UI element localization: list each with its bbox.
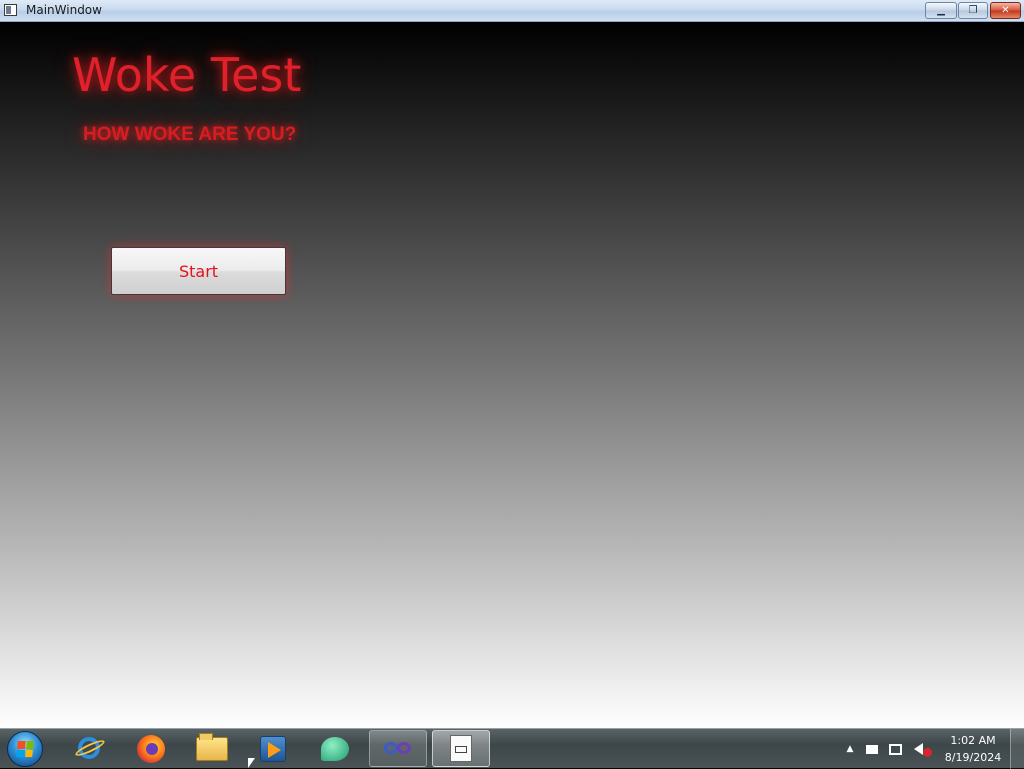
restore-icon: ❐ — [968, 5, 978, 16]
mouse-cursor-icon — [248, 758, 255, 768]
clock-date: 8/19/2024 — [944, 751, 1002, 764]
start-button[interactable]: Start — [111, 247, 286, 295]
windows-logo-icon — [16, 741, 34, 757]
app-subtitle: HOW WOKE ARE YOU? — [83, 124, 297, 145]
internet-explorer-icon — [75, 735, 105, 763]
network-icon[interactable] — [889, 729, 907, 769]
volume-muted-icon[interactable] — [914, 729, 932, 769]
taskbar: ▲ 1:02 AM 8/19/2024 — [0, 728, 1024, 769]
app-client-area: Woke Test HOW WOKE ARE YOU? Start — [0, 22, 1024, 728]
infinity-app-icon — [382, 741, 414, 756]
window-title-bar[interactable]: MainWindow ▁ ❐ ✕ — [0, 0, 1024, 22]
file-explorer-icon — [196, 732, 228, 761]
clock-time: 1:02 AM — [950, 734, 996, 747]
taskbar-document-app[interactable] — [432, 730, 490, 767]
media-player-icon — [260, 735, 286, 762]
start-menu-button[interactable] — [7, 731, 43, 767]
taskbar-infinity-app[interactable] — [369, 730, 427, 767]
show-desktop-button[interactable] — [1010, 729, 1024, 769]
firefox-icon — [137, 734, 165, 763]
show-hidden-icons-arrow[interactable]: ▲ — [845, 729, 855, 769]
restore-button[interactable]: ❐ — [958, 2, 988, 19]
window-title: MainWindow — [26, 3, 102, 17]
taskbar-file-explorer[interactable] — [183, 730, 241, 767]
minimize-button[interactable]: ▁ — [925, 2, 957, 19]
app-title: Woke Test — [72, 48, 302, 102]
minimize-icon: ▁ — [937, 5, 945, 16]
chat-app-icon — [321, 736, 349, 761]
close-button[interactable]: ✕ — [990, 2, 1021, 19]
taskbar-firefox[interactable] — [122, 730, 180, 767]
window-app-icon[interactable] — [4, 4, 17, 16]
system-clock[interactable]: 1:02 AM 8/19/2024 — [938, 732, 1008, 766]
close-icon: ✕ — [1001, 5, 1010, 16]
taskbar-internet-explorer[interactable] — [61, 730, 119, 767]
document-app-icon — [450, 735, 472, 762]
action-center-flag-icon[interactable] — [866, 729, 882, 769]
taskbar-chat-app[interactable] — [306, 730, 364, 767]
